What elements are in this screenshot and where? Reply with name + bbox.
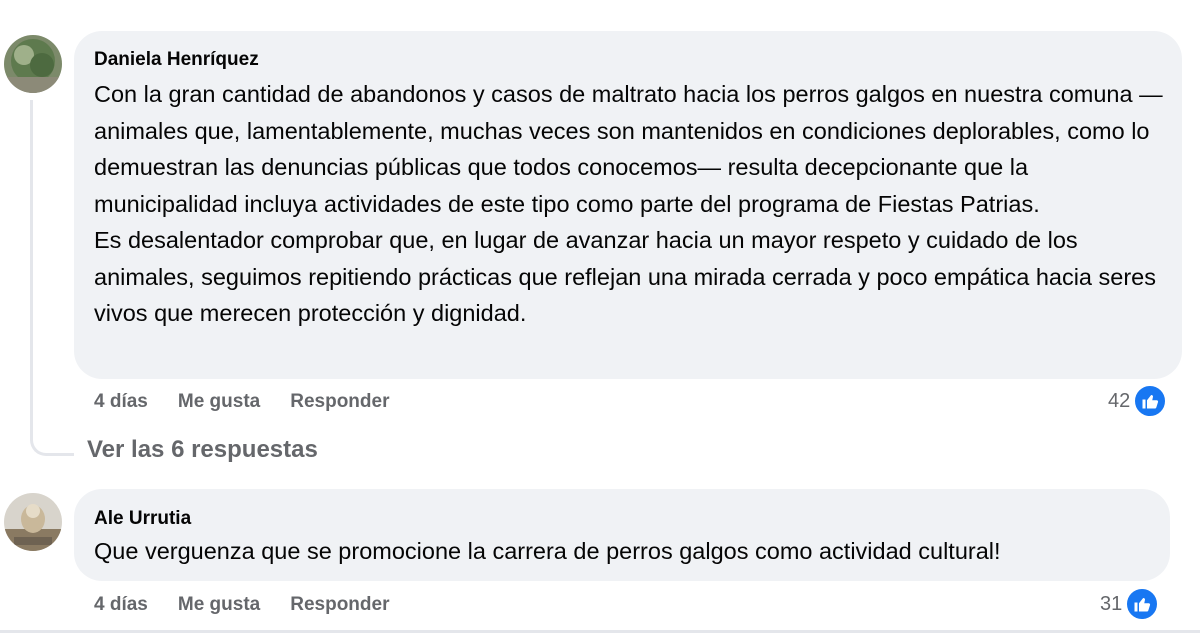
reaction-summary[interactable]: 42 (1108, 384, 1168, 418)
like-button[interactable]: Me gusta (178, 594, 260, 616)
reply-button[interactable]: Responder (290, 594, 389, 616)
comment-author[interactable]: Daniela Henríquez (94, 49, 259, 71)
like-button[interactable]: Me gusta (178, 391, 260, 413)
comment-paragraph: Es desalentador comprobar que, en lugar … (94, 227, 1156, 326)
reaction-count: 42 (1108, 389, 1131, 412)
avatar[interactable] (4, 493, 62, 551)
avatar[interactable] (4, 35, 62, 93)
comment-actions: 4 días Me gusta Responder (94, 391, 389, 413)
comment-thread: Daniela Henríquez Con la gran cantidad d… (0, 0, 1200, 633)
comment-text: Que verguenza que se promocione la carre… (94, 533, 1164, 570)
reaction-count: 31 (1100, 592, 1123, 615)
profile-photo-icon (4, 35, 62, 93)
comment-paragraph: Que verguenza que se promocione la carre… (94, 538, 1001, 564)
comment-timestamp[interactable]: 4 días (94, 594, 148, 616)
reply-button[interactable]: Responder (290, 391, 389, 413)
comment-timestamp[interactable]: 4 días (94, 391, 148, 413)
profile-photo-icon (4, 493, 62, 551)
comment-author[interactable]: Ale Urrutia (94, 508, 191, 530)
view-replies-link[interactable]: Ver las 6 respuestas (87, 436, 318, 464)
comment-actions: 4 días Me gusta Responder (94, 594, 389, 616)
comment-paragraph: Con la gran cantidad de abandonos y caso… (94, 81, 1163, 217)
comment-text: Con la gran cantidad de abandonos y caso… (94, 76, 1164, 332)
thread-connector-line (30, 100, 74, 456)
reaction-summary[interactable]: 31 (1100, 587, 1160, 621)
thumbs-up-icon (1125, 587, 1160, 621)
thumbs-up-icon (1133, 384, 1168, 418)
